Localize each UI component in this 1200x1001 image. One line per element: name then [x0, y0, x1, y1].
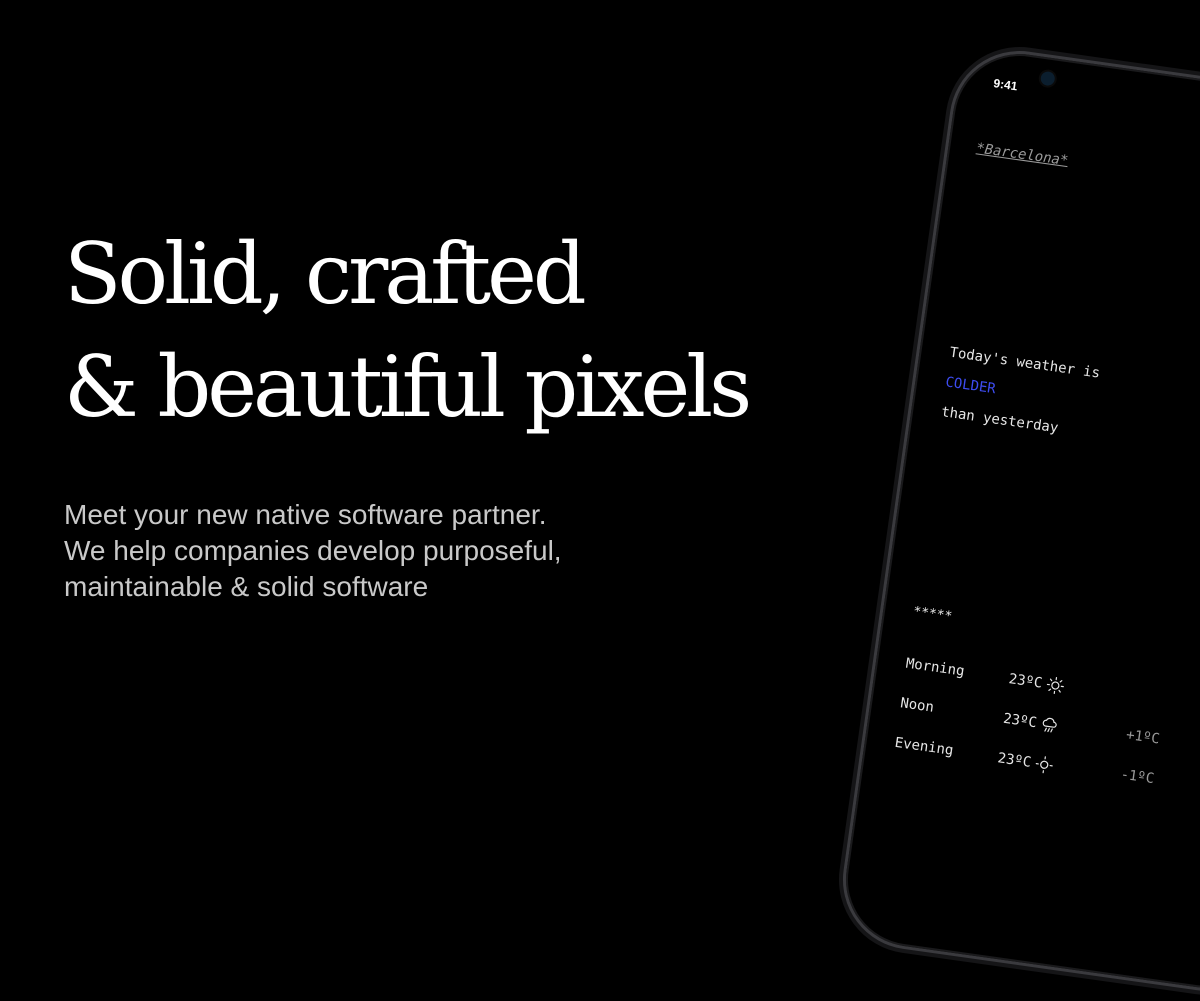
weather-outro-text: than yesterday: [940, 404, 1059, 436]
weather-intro-text: Today's weather is: [949, 345, 1101, 382]
headline: Solid, crafted & beautiful pixels: [64, 218, 784, 444]
city-link[interactable]: *Barcelona*: [975, 140, 1069, 169]
forecast-temp-group: 23ºC: [996, 749, 1054, 775]
forecast-delta: -1ºC: [1120, 767, 1156, 788]
subtitle: Meet your new native software partner. W…: [64, 497, 704, 605]
headline-line-1: Solid, crafted: [64, 218, 784, 331]
forecast-temp-group: 23ºC: [1008, 670, 1066, 696]
subtitle-line-3: maintainable & solid software: [64, 569, 704, 605]
subtitle-line-2: We help companies develop purposeful,: [64, 533, 704, 569]
divider-stars: *****: [912, 604, 953, 624]
phone-mockup: 9:41 *Barcelona* Today's weather is COLD…: [834, 42, 1200, 1000]
weather-comparison: COLDER: [944, 374, 996, 397]
status-bar-time: 9:41: [993, 76, 1019, 93]
forecast-temp: 23ºC: [997, 750, 1033, 771]
forecast-temp: 23ºC: [1002, 711, 1038, 732]
rain-cloud-icon: [1039, 715, 1059, 735]
forecast-delta: +1ºC: [1125, 727, 1161, 748]
forecast-period: Morning: [905, 656, 966, 680]
forecast-temp-group: 23ºC: [1002, 710, 1060, 736]
forecast-period: Evening: [894, 735, 955, 759]
subtitle-line-1: Meet your new native software partner.: [64, 497, 704, 533]
front-camera-icon: [1040, 71, 1056, 87]
hero-section: Solid, crafted & beautiful pixels Meet y…: [64, 218, 784, 605]
headline-line-2: & beautiful pixels: [64, 331, 784, 444]
sun-icon: [1034, 755, 1054, 775]
sun-icon: [1045, 675, 1065, 695]
forecast-period: Noon: [899, 695, 935, 716]
forecast-temp: 23ºC: [1008, 671, 1044, 692]
